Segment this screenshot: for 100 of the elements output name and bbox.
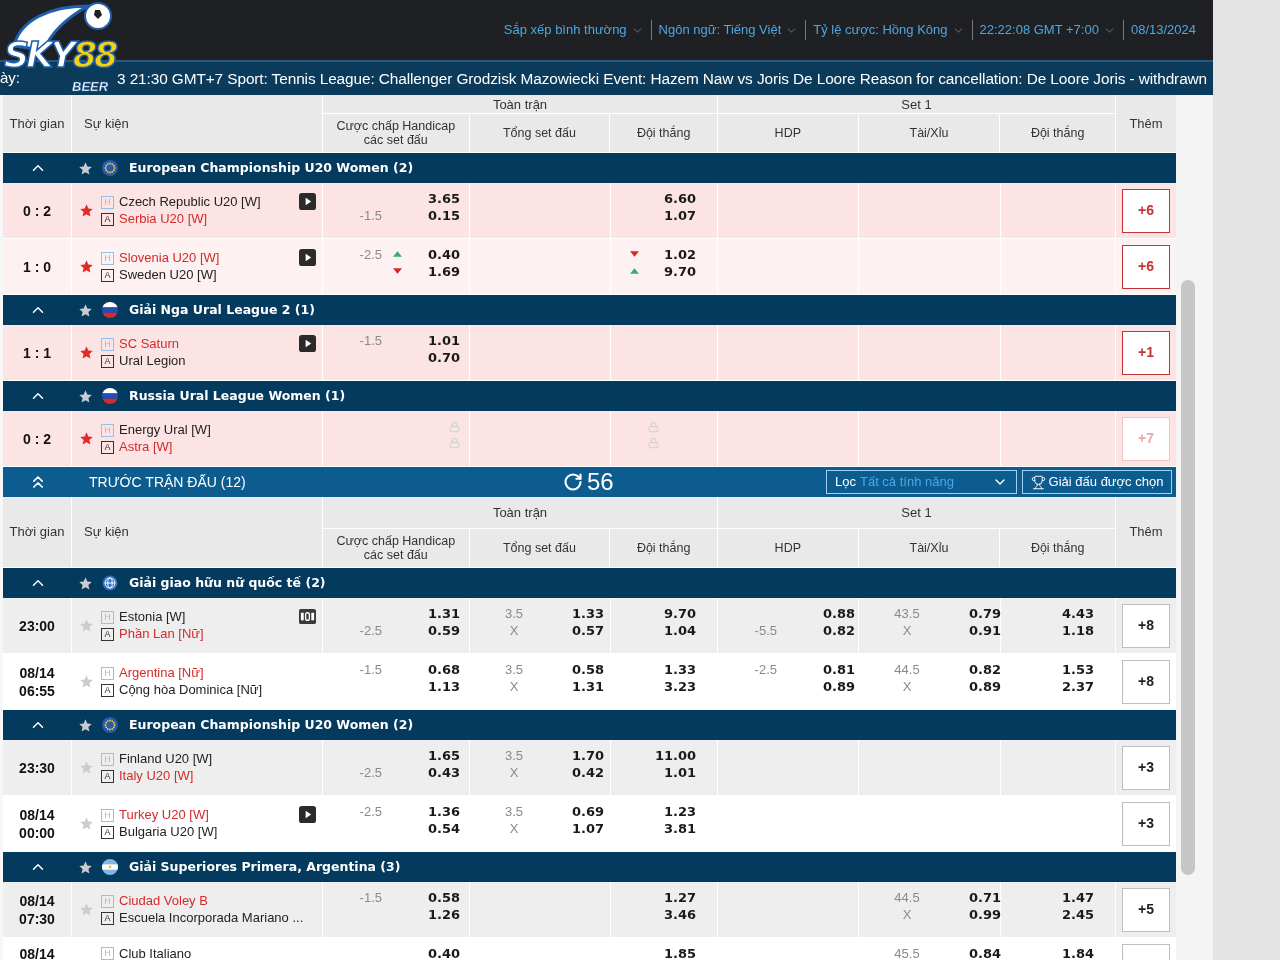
- star-icon[interactable]: [79, 618, 94, 633]
- odds-value[interactable]: 1.01: [427, 333, 460, 348]
- odds-value[interactable]: 0.88: [822, 606, 855, 621]
- odds-value[interactable]: 0.91: [969, 623, 1002, 638]
- odds-value[interactable]: 3.65: [427, 191, 460, 206]
- odds-value[interactable]: 0.89: [969, 679, 1002, 694]
- league-bar[interactable]: European Championship U20 Women (2): [3, 153, 1176, 183]
- odds-value[interactable]: 1.18: [1061, 623, 1094, 638]
- star-icon[interactable]: [79, 674, 94, 689]
- odds-value[interactable]: 4.43: [1061, 606, 1094, 621]
- odds-value[interactable]: 0.70: [427, 350, 460, 365]
- odds-value[interactable]: 0.69: [572, 804, 605, 819]
- team-name[interactable]: Sweden U20 [W]: [119, 265, 217, 285]
- league-bar[interactable]: Russia Ural League Women (1): [3, 381, 1176, 411]
- team-name[interactable]: Energy Ural [W]: [119, 420, 211, 440]
- odds-value[interactable]: 0.58: [427, 890, 460, 905]
- team-name[interactable]: Escuela Incorporada Mariano ...: [119, 908, 304, 928]
- odds-value[interactable]: 0.15: [427, 208, 460, 223]
- odds-value[interactable]: 1.07: [572, 821, 605, 836]
- more-bets-button[interactable]: +1: [1122, 330, 1170, 375]
- scoreboard-icon[interactable]: [299, 608, 316, 625]
- more-bets-button[interactable]: +3: [1122, 745, 1170, 790]
- team-name[interactable]: Ural Legion: [119, 351, 186, 371]
- star-icon[interactable]: [79, 345, 94, 360]
- odds-value[interactable]: 0.68: [427, 662, 460, 677]
- team-name[interactable]: Argentina [Nữ]: [119, 663, 204, 683]
- odds-value[interactable]: 1.47: [1061, 890, 1094, 905]
- team-name[interactable]: Czech Republic U20 [W]: [119, 192, 261, 212]
- odds-value[interactable]: 0.42: [572, 765, 605, 780]
- star-icon[interactable]: [79, 203, 94, 218]
- odds-value[interactable]: 0.54: [427, 821, 460, 836]
- odds-value[interactable]: 2.37: [1061, 679, 1094, 694]
- star-icon[interactable]: [79, 431, 94, 446]
- odds-value[interactable]: 0.81: [822, 662, 855, 677]
- odds-value[interactable]: 1.70: [572, 748, 605, 763]
- odds-value[interactable]: 3.46: [663, 907, 696, 922]
- odds-value[interactable]: 1.85: [663, 946, 696, 960]
- play-icon[interactable]: [299, 806, 316, 823]
- star-icon[interactable]: [78, 717, 93, 733]
- league-bar[interactable]: Giải Nga Ural League 2 (1): [3, 295, 1176, 325]
- odds-value[interactable]: 1.13: [427, 679, 460, 694]
- odds-value[interactable]: 1.33: [663, 662, 696, 677]
- odds-value[interactable]: 1.31: [427, 606, 460, 621]
- more-bets-button[interactable]: +8: [1122, 603, 1170, 648]
- team-name[interactable]: Serbia U20 [W]: [119, 209, 208, 229]
- star-icon[interactable]: [78, 160, 93, 176]
- team-name[interactable]: Club Italiano: [119, 943, 192, 960]
- filter-dropdown[interactable]: Lọc Tất cả tính năng: [826, 470, 1017, 494]
- odds-value[interactable]: 1.26: [427, 907, 460, 922]
- odds-value[interactable]: 3.23: [663, 679, 696, 694]
- odds-value[interactable]: 0.43: [427, 765, 460, 780]
- odds-value[interactable]: 1.65: [427, 748, 460, 763]
- odds-value[interactable]: 1.31: [572, 679, 605, 694]
- team-name[interactable]: Bulgaria U20 [W]: [119, 822, 218, 842]
- team-name[interactable]: Turkey U20 [W]: [119, 805, 209, 825]
- team-name[interactable]: Cộng hòa Dominica [Nữ]: [119, 680, 263, 700]
- refresh-icon[interactable]: [563, 472, 583, 492]
- odds-value[interactable]: 0.82: [822, 623, 855, 638]
- odds-value[interactable]: 0.71: [969, 890, 1002, 905]
- star-icon[interactable]: [79, 902, 94, 917]
- more-bets-button[interactable]: +6: [1122, 244, 1170, 289]
- league-bar[interactable]: Giải Superiores Primera, Argentina (3): [3, 852, 1176, 882]
- odds-value[interactable]: 1.36: [427, 804, 460, 819]
- team-name[interactable]: Phần Lan [Nữ]: [119, 624, 204, 644]
- more-bets-button[interactable]: +6: [1122, 188, 1170, 233]
- menu-item[interactable]: Tỷ lệ cược: Hồng Kông: [813, 20, 948, 40]
- odds-value[interactable]: 0.59: [427, 623, 460, 638]
- odds-value[interactable]: 0.99: [969, 907, 1002, 922]
- play-icon[interactable]: [299, 249, 316, 266]
- league-bar[interactable]: European Championship U20 Women (2): [3, 710, 1176, 740]
- team-name[interactable]: SC Saturn: [119, 334, 179, 354]
- odds-value[interactable]: 3.81: [663, 821, 696, 836]
- star-icon[interactable]: [79, 760, 94, 775]
- play-icon[interactable]: [299, 335, 316, 352]
- odds-value[interactable]: 0.40: [427, 946, 460, 960]
- menu-item[interactable]: 08/13/2024: [1130, 20, 1196, 40]
- odds-value[interactable]: 1.69: [427, 264, 460, 279]
- odds-value[interactable]: 1.02: [663, 247, 696, 262]
- odds-value[interactable]: 11.00: [654, 748, 696, 763]
- odds-value[interactable]: 1.53: [1061, 662, 1094, 677]
- odds-value[interactable]: 0.82: [969, 662, 1002, 677]
- star-icon[interactable]: [79, 816, 94, 831]
- odds-value[interactable]: 0.89: [822, 679, 855, 694]
- team-name[interactable]: Finland U20 [W]: [119, 749, 213, 769]
- star-icon[interactable]: [78, 388, 93, 404]
- odds-value[interactable]: 1.33: [572, 606, 605, 621]
- menu-item[interactable]: Sắp xếp bình thường: [503, 20, 627, 40]
- odds-value[interactable]: 0.57: [572, 623, 605, 638]
- selected-leagues-button[interactable]: Giải đấu được chọn: [1022, 470, 1172, 494]
- team-name[interactable]: Astra [W]: [119, 437, 173, 457]
- odds-value[interactable]: 0.40: [427, 247, 460, 262]
- play-icon[interactable]: [299, 193, 316, 210]
- menu-item[interactable]: Ngôn ngữ: Tiếng Việt: [658, 20, 782, 40]
- odds-value[interactable]: 0.58: [572, 662, 605, 677]
- menu-item[interactable]: 22:22:08 GMT +7:00: [979, 20, 1099, 40]
- odds-value[interactable]: 1.07: [663, 208, 696, 223]
- team-name[interactable]: Ciudad Voley B: [119, 891, 208, 911]
- scrollbar-thumb[interactable]: [1181, 280, 1195, 875]
- odds-value[interactable]: 1.04: [663, 623, 696, 638]
- odds-value[interactable]: 0.84: [969, 946, 1002, 960]
